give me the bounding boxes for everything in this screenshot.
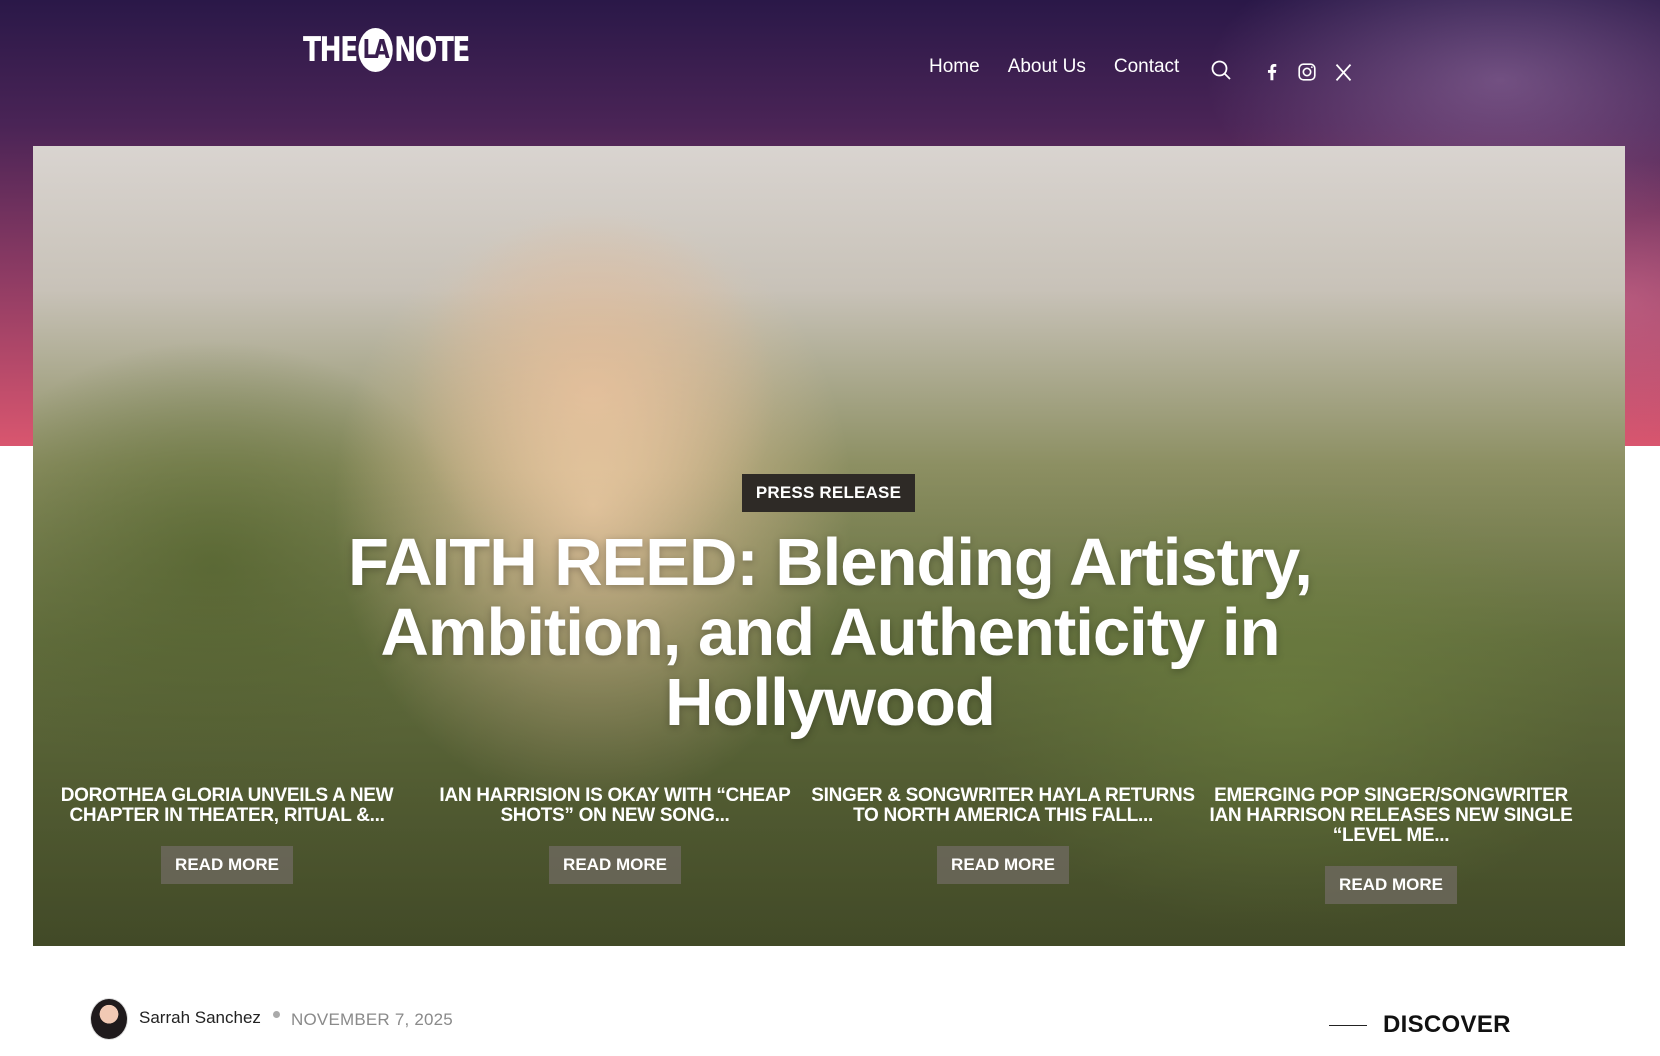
post-card: SINGER & SONGWRITER HAYLA RETURNS TO NOR… xyxy=(809,786,1197,884)
post-card-title[interactable]: SINGER & SONGWRITER HAYLA RETURNS TO NOR… xyxy=(809,786,1197,826)
post-date: NOVEMBER 7, 2025 xyxy=(291,1010,453,1029)
discover-heading: DISCOVER xyxy=(1383,1011,1511,1038)
x-icon[interactable] xyxy=(1333,62,1354,83)
instagram-icon[interactable] xyxy=(1296,61,1318,83)
featured-posts: DOROTHEA GLORIA UNVEILS A NEW CHAPTER IN… xyxy=(33,786,1625,906)
logo-text-right: NOTE xyxy=(394,30,470,70)
author-name[interactable]: Sarrah Sanchez xyxy=(139,1008,261,1028)
post-card: IAN HARRISION IS OKAY WITH “CHEAP SHOTS”… xyxy=(421,786,809,884)
post-card-title[interactable]: DOROTHEA GLORIA UNVEILS A NEW CHAPTER IN… xyxy=(33,786,421,826)
meta-separator xyxy=(273,1011,280,1018)
read-more-button[interactable]: READ MORE xyxy=(161,846,293,884)
nav-about-us[interactable]: About Us xyxy=(1008,56,1086,78)
search-icon[interactable] xyxy=(1209,58,1233,82)
logo-text-left: THE xyxy=(303,30,358,70)
site-logo[interactable]: THE LA NOTE xyxy=(303,28,470,72)
read-more-button[interactable]: READ MORE xyxy=(1325,866,1457,904)
facebook-icon[interactable] xyxy=(1261,61,1283,83)
read-more-button[interactable]: READ MORE xyxy=(937,846,1069,884)
hero-title[interactable]: FAITH REED: Blending Artistry, Ambition,… xyxy=(330,528,1330,738)
author-avatar[interactable] xyxy=(90,998,128,1040)
category-badge[interactable]: PRESS RELEASE xyxy=(742,474,915,512)
post-card-title[interactable]: IAN HARRISION IS OKAY WITH “CHEAP SHOTS”… xyxy=(421,786,809,826)
post-card-title[interactable]: EMERGING POP SINGER/SONGWRITER IAN HARRI… xyxy=(1197,786,1585,846)
read-more-button[interactable]: READ MORE xyxy=(549,846,681,884)
nav-home[interactable]: Home xyxy=(929,56,980,78)
post-card: EMERGING POP SINGER/SONGWRITER IAN HARRI… xyxy=(1197,786,1585,904)
discover-divider xyxy=(1329,1025,1367,1026)
nav-contact[interactable]: Contact xyxy=(1114,56,1179,78)
logo-ring: LA xyxy=(358,28,393,72)
main-nav: Home About Us Contact xyxy=(929,56,1179,78)
post-card: DOROTHEA GLORIA UNVEILS A NEW CHAPTER IN… xyxy=(33,786,421,884)
